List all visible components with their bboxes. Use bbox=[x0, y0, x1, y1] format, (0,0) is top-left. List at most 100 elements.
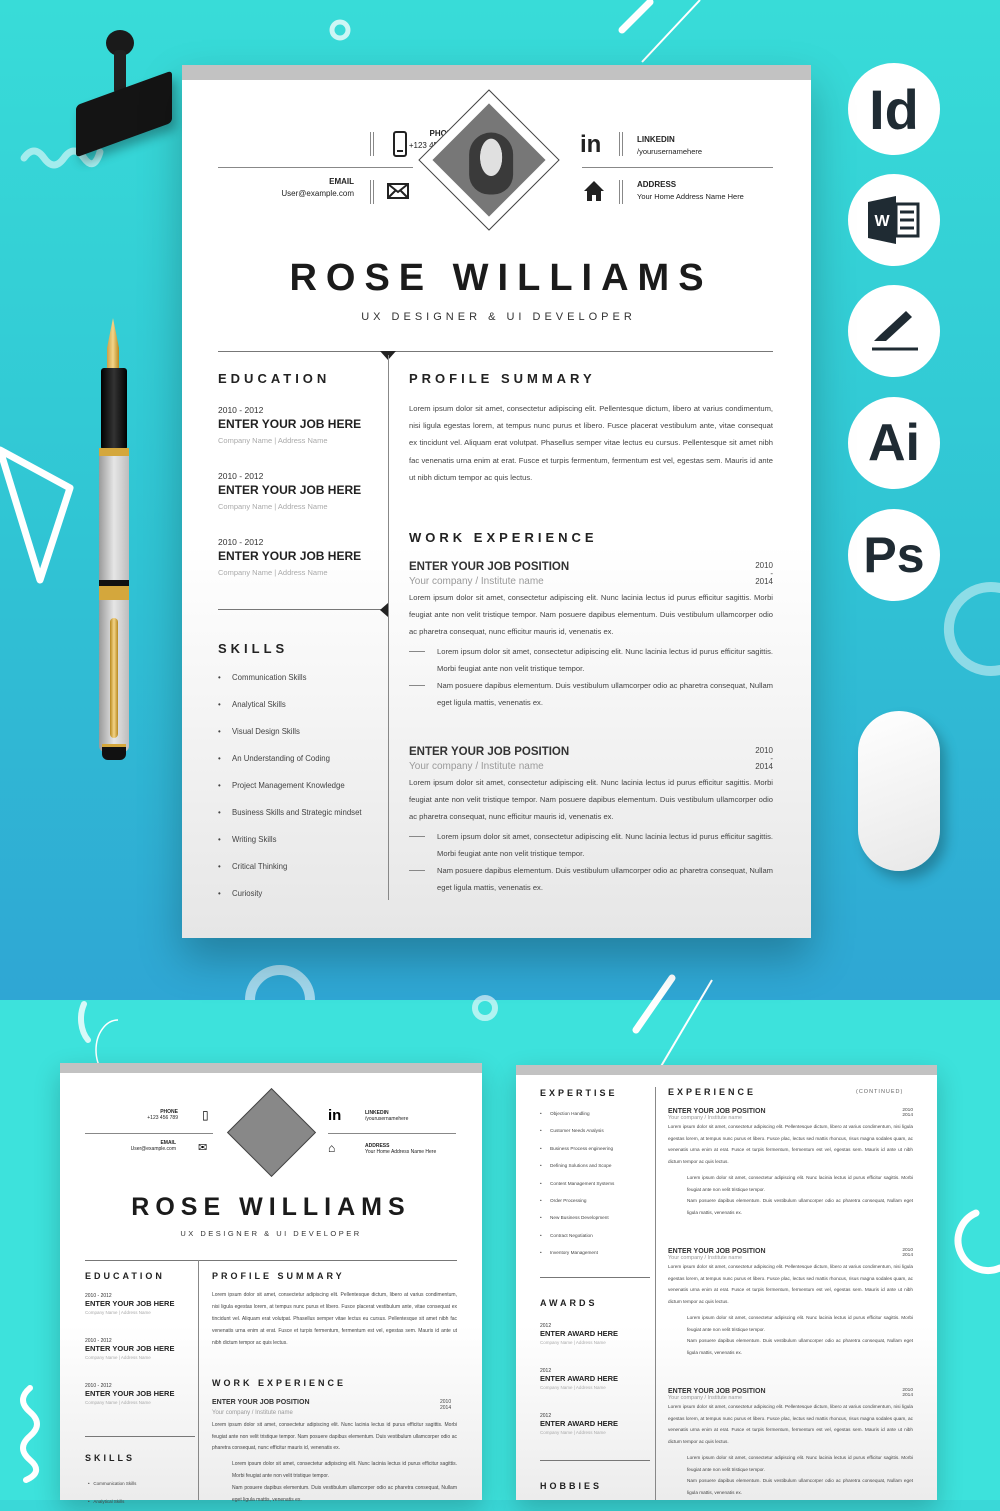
skill-item: • Curiosity bbox=[218, 889, 263, 898]
linkedin-value: /yourusernamehere bbox=[637, 147, 703, 156]
skill-item: • An Understanding of Coding bbox=[218, 754, 330, 763]
linkedin-label: LINKEDIN bbox=[637, 135, 675, 144]
education-title: ENTER YOUR JOB HERE bbox=[218, 417, 362, 431]
expertise-item: • Customer Needs Analysis bbox=[540, 1128, 604, 1134]
mouse-image bbox=[858, 711, 940, 871]
skills-heading: SKILLS bbox=[85, 1453, 136, 1463]
svg-text:W: W bbox=[874, 213, 890, 230]
skills-heading: SKILLS bbox=[218, 641, 289, 656]
address-label: ADDRESS bbox=[637, 180, 677, 189]
divider bbox=[85, 1436, 195, 1437]
job-bullet: Nam posuere dapibus elementum. Duis vest… bbox=[687, 1478, 913, 1495]
education-heading: EDUCATION bbox=[85, 1271, 165, 1281]
stamp-image bbox=[76, 30, 176, 158]
job-bullet: Lorem ipsum dolor sit amet, consectetur … bbox=[409, 828, 773, 862]
work-item: ENTER YOUR JOB POSITION Your company / I… bbox=[409, 746, 773, 896]
fountain-pen-image bbox=[96, 318, 132, 760]
divider bbox=[540, 1460, 650, 1461]
job-bullet: Lorem ipsum dolor sit amet, consectetur … bbox=[687, 1314, 913, 1332]
profile-text: Lorem ipsum dolor sit amet, consectetur … bbox=[409, 404, 773, 482]
expertise-item: • New Business Development bbox=[540, 1215, 609, 1221]
phone-icon bbox=[393, 131, 407, 157]
job-years: 2010-2014 bbox=[755, 746, 773, 771]
job-position: ENTER YOUR JOB POSITION bbox=[668, 1248, 766, 1255]
job-description: Lorem ipsum dolor sit amet, consectetur … bbox=[668, 1404, 913, 1445]
profile-photo bbox=[432, 103, 546, 217]
divider bbox=[218, 351, 773, 352]
education-title: ENTER YOUR JOB HERE bbox=[218, 549, 362, 563]
divider bbox=[619, 132, 623, 156]
education-item: 2010 - 2012 ENTER YOUR JOB HERE Company … bbox=[85, 1383, 175, 1405]
expertise-item: • Content Management Systems bbox=[540, 1180, 615, 1186]
divider bbox=[218, 167, 413, 168]
resume-page-thumbnail-2: EXPERTISE • Objection Handling • Customer N… bbox=[516, 1065, 937, 1500]
indesign-icon: Id bbox=[848, 63, 940, 155]
address-block: ADDRESS Your Home Address Name Here bbox=[637, 180, 744, 201]
job-company: Your company / Institute name bbox=[409, 576, 544, 587]
job-description: Lorem ipsum dolor sit amet, consectetur … bbox=[409, 593, 773, 637]
job-years: 2010 2014 bbox=[440, 1399, 452, 1411]
job-bullet: Nam posuere dapibus elementum. Duis vest… bbox=[232, 1485, 457, 1503]
column-divider bbox=[655, 1087, 656, 1500]
expertise-heading: EXPERTISE bbox=[540, 1088, 618, 1098]
job-position: ENTER YOUR JOB POSITION bbox=[668, 1388, 766, 1395]
education-sub: Company Name | Address Name bbox=[218, 568, 328, 577]
skills-list: • Communication Skills • Analytical Skill… bbox=[88, 1481, 137, 1504]
expertise-item: • Contract Negotiation bbox=[540, 1232, 593, 1238]
profile-heading: PROFILE SUMMARY bbox=[212, 1271, 345, 1281]
profile-photo bbox=[226, 1087, 317, 1178]
continued-label: (CONTINUED) bbox=[856, 1089, 904, 1095]
divider-marker-icon bbox=[380, 603, 388, 617]
job-years: 2010 2014 bbox=[902, 1108, 913, 1118]
awards-heading: AWARDS bbox=[540, 1298, 598, 1308]
job-bullet: Lorem ipsum dolor sit amet, consectetur … bbox=[687, 1454, 913, 1472]
email-icon bbox=[387, 183, 409, 199]
email-value: User@example.com bbox=[281, 189, 354, 198]
hobbies-heading: HOBBIES bbox=[540, 1481, 603, 1491]
education-years: 2010 - 2012 bbox=[218, 471, 264, 481]
linkedin-block: LINKEDIN/yourusernamehere bbox=[365, 1110, 409, 1122]
education-years: 2010 - 2012 bbox=[218, 405, 264, 415]
work-item: ENTER YOUR JOB POSITION Your company / I… bbox=[409, 561, 773, 711]
phone-block: PHONE +123 456 789 bbox=[147, 1109, 178, 1121]
email-icon: ✉ bbox=[198, 1142, 208, 1154]
page-topbar bbox=[60, 1063, 482, 1073]
education-item: 2010 - 2012 ENTER YOUR JOB HERE Company … bbox=[218, 537, 361, 577]
job-bullet: Nam posuere dapibus elementum. Duis vest… bbox=[687, 1198, 913, 1215]
job-bullet: Lorem ipsum dolor sit amet, consectetur … bbox=[409, 643, 773, 677]
job-years: 2010-2014 bbox=[755, 561, 773, 586]
divider bbox=[328, 1133, 456, 1134]
divider bbox=[370, 132, 374, 156]
linkedin-icon: in bbox=[328, 1107, 342, 1124]
word-icon: W bbox=[848, 174, 940, 266]
skill-item: • Visual Design Skills bbox=[218, 727, 300, 736]
job-position: ENTER YOUR JOB POSITION bbox=[668, 1108, 766, 1115]
skill-item: • Analytical Skills bbox=[218, 700, 286, 709]
ring-icon bbox=[329, 19, 351, 41]
email-label: EMAIL bbox=[329, 177, 354, 186]
education-heading: EDUCATION bbox=[218, 371, 331, 386]
slash-icon bbox=[618, 0, 654, 34]
experience-heading: EXPERIENCE bbox=[668, 1087, 757, 1097]
photoshop-icon: Ps bbox=[848, 509, 940, 601]
experience-item: ENTER YOUR JOB POSITION Your company / I… bbox=[668, 1388, 913, 1499]
job-bullet: Lorem ipsum dolor sit amet, consectetur … bbox=[687, 1174, 913, 1192]
address-block: ADDRESS Your Home Address Name Here bbox=[365, 1143, 437, 1155]
divider bbox=[85, 1260, 457, 1261]
award-item: 2012 ENTER AWARD HERE Company Name | Add… bbox=[540, 1368, 619, 1390]
candidate-title: UX DESIGNER & UI DEVELOPER bbox=[180, 1229, 362, 1238]
work-heading: WORK EXPERIENCE bbox=[212, 1378, 347, 1388]
candidate-name: ROSE WILLIAMS bbox=[289, 257, 713, 299]
job-bullet: Nam posuere dapibus elementum. Duis vest… bbox=[409, 862, 773, 896]
address-value: Your Home Address Name Here bbox=[637, 192, 744, 201]
skill-item: • Writing Skills bbox=[218, 835, 277, 844]
job-description: Lorem ipsum dolor sit amet, consectetur … bbox=[409, 778, 773, 822]
skill-item: • Critical Thinking bbox=[218, 862, 288, 871]
column-divider bbox=[198, 1260, 199, 1500]
illustrator-icon: Ai bbox=[848, 397, 940, 489]
column-divider bbox=[388, 355, 389, 900]
divider bbox=[85, 1133, 213, 1134]
profile-heading: PROFILE SUMMARY bbox=[409, 371, 596, 386]
home-icon bbox=[584, 181, 604, 201]
job-bullet: Lorem ipsum dolor sit amet, consectetur … bbox=[232, 1461, 457, 1479]
